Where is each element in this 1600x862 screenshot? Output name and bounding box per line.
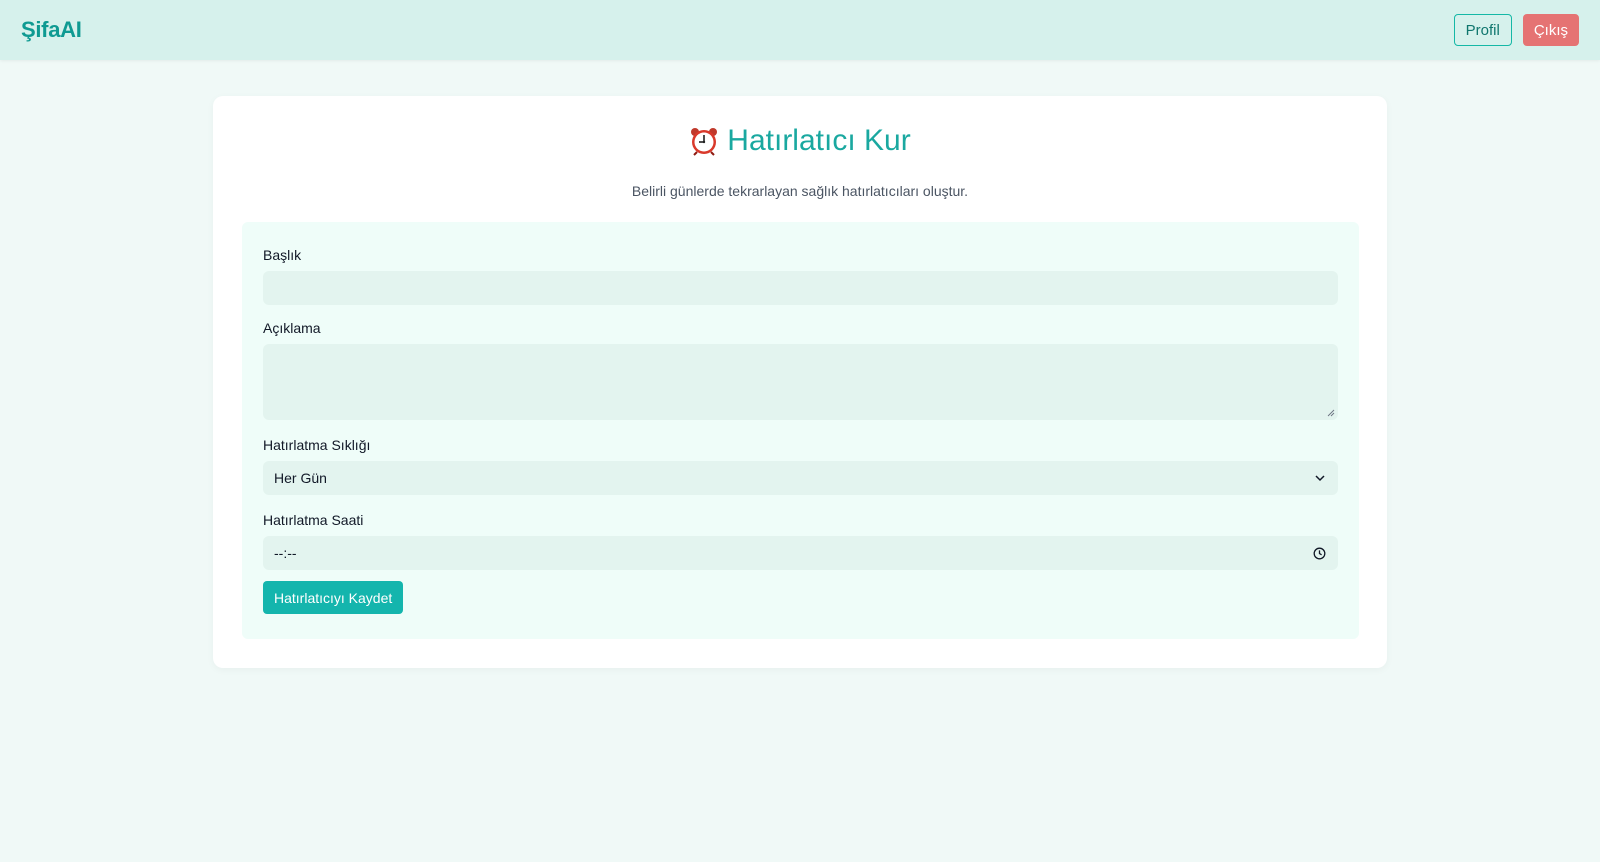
profile-button[interactable]: Profil (1453, 14, 1512, 46)
description-field-label: Açıklama (263, 320, 321, 336)
time-value: --:-- (274, 545, 297, 561)
page-subtitle: Belirli günlerde tekrarlayan sağlık hatı… (631, 183, 969, 199)
nav-actions: Profil Çıkış (1453, 14, 1579, 46)
clock-icon[interactable] (1313, 547, 1326, 560)
logout-button[interactable]: Çıkış (1522, 14, 1579, 46)
reminder-form: Başlık Açıklama Hatırlatma Sıklığı Her G… (242, 222, 1359, 639)
top-navbar: ŞifaAI Profil Çıkış (0, 0, 1600, 60)
brand-logo[interactable]: ŞifaAI (21, 17, 82, 43)
title-input[interactable] (263, 271, 1338, 305)
title-field-label: Başlık (263, 247, 302, 263)
title-row: Hatırlatıcı Kur (213, 124, 1387, 158)
frequency-select[interactable]: Her Gün (263, 461, 1338, 495)
description-textarea[interactable] (263, 344, 1338, 420)
time-input[interactable]: --:-- (263, 536, 1338, 570)
reminder-card: Hatırlatıcı Kur Belirli günlerde tekrarl… (213, 96, 1387, 668)
page-title: Hatırlatıcı Kur (727, 124, 911, 157)
chevron-down-icon (1315, 475, 1325, 482)
save-reminder-button[interactable]: Hatırlatıcıyı Kaydet (263, 581, 404, 614)
frequency-selected-value: Her Gün (274, 470, 327, 486)
alarm-clock-icon (689, 126, 719, 156)
time-field-label: Hatırlatma Saati (263, 512, 364, 528)
frequency-field-label: Hatırlatma Sıklığı (263, 437, 371, 453)
resize-grip-icon[interactable] (1327, 409, 1335, 417)
